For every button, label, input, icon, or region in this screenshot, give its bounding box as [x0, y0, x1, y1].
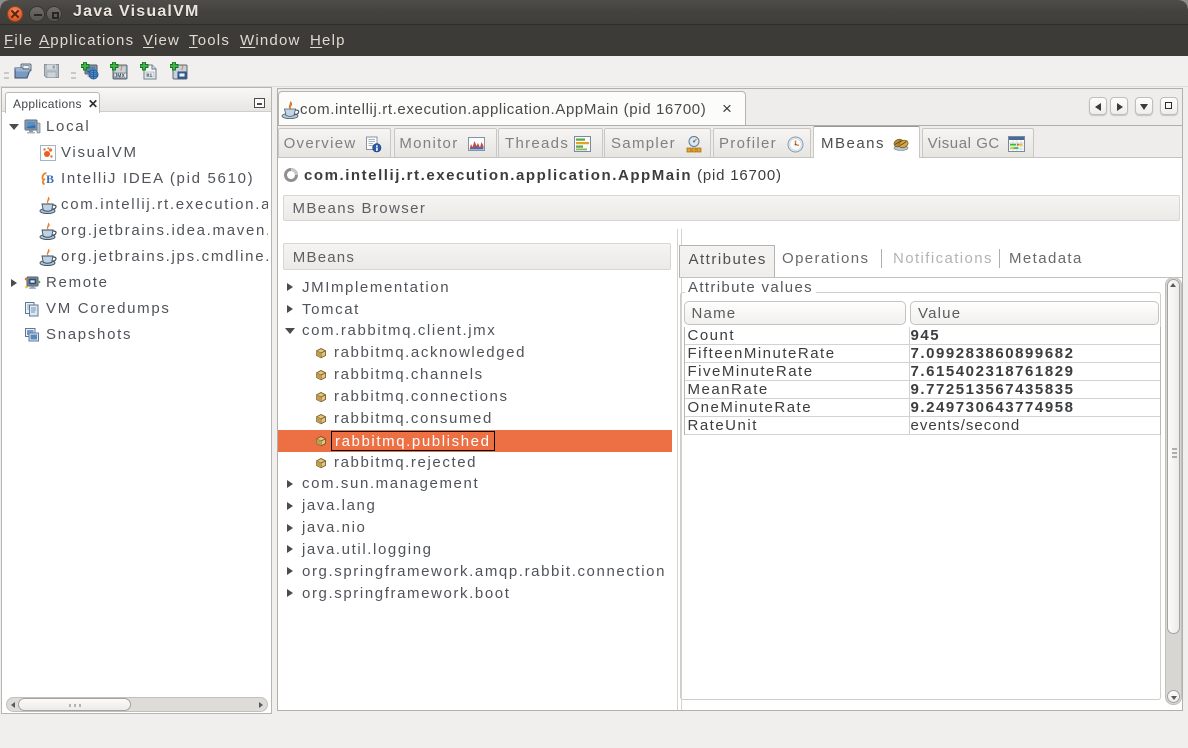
svg-text:JMX: JMX: [115, 74, 126, 80]
svg-text:01: 01: [147, 73, 153, 79]
svg-text:B: B: [46, 172, 56, 186]
